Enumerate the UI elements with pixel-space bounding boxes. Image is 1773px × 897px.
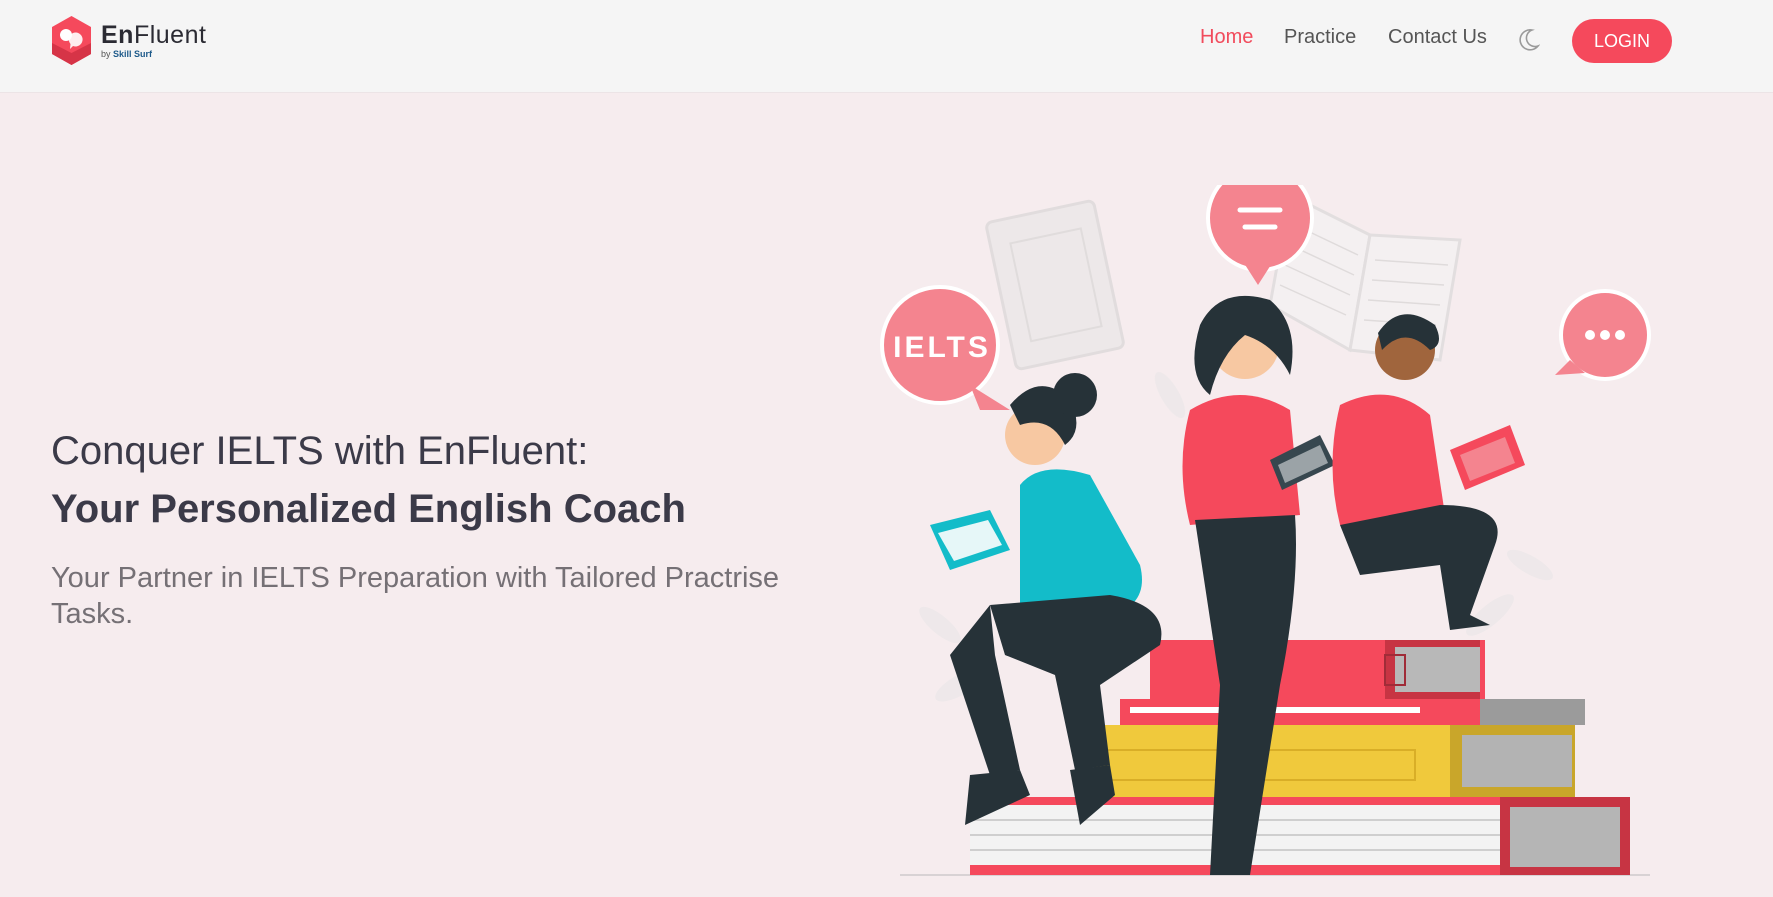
login-button[interactable]: LOGIN <box>1572 19 1672 63</box>
hero-illustration: IELTS <box>880 185 1651 876</box>
hero-title-line1: Conquer IELTS with EnFluent: <box>51 429 589 473</box>
ielts-bubble-text: IELTS <box>893 331 991 364</box>
hero-title-line2: Your Personalized English Coach <box>51 487 686 531</box>
typing-bubble <box>1555 289 1651 381</box>
navbar: EnFluent by Skill Surf Home Practice Con… <box>0 0 1773 93</box>
tablet-graphic <box>985 199 1125 371</box>
main-nav: Home Practice Contact Us <box>0 26 1773 56</box>
nav-practice[interactable]: Practice <box>1284 26 1356 49</box>
moon-icon[interactable] <box>1518 28 1540 52</box>
hero-subtitle: Your Partner in IELTS Preparation with T… <box>51 562 780 630</box>
nav-home[interactable]: Home <box>1200 26 1253 49</box>
hero-section: Conquer IELTS with EnFluent: Your Person… <box>51 428 811 632</box>
nav-contact-us[interactable]: Contact Us <box>1388 26 1487 49</box>
ielts-speech-bubble: IELTS <box>880 285 1010 410</box>
student-right <box>1332 314 1525 630</box>
